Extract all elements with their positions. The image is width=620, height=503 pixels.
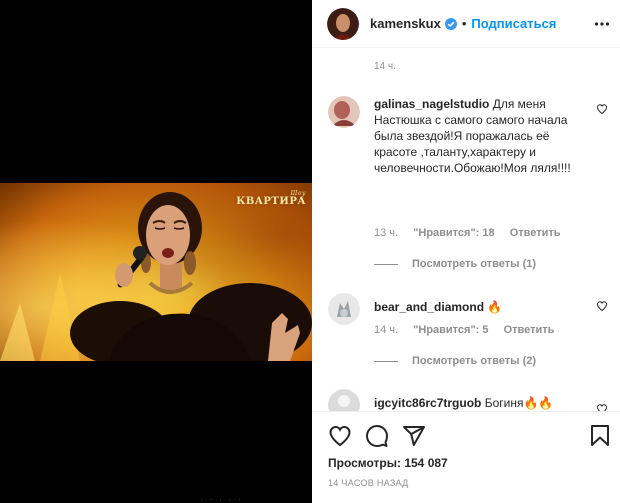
post-header: kamenskux • Подписаться <box>312 0 620 48</box>
comment-avatar[interactable] <box>328 293 360 325</box>
comment-text: 🔥 <box>487 300 503 314</box>
comment-username[interactable]: bear_and_diamond <box>374 300 484 314</box>
follow-button[interactable]: Подписаться <box>471 16 556 31</box>
comment-likes[interactable]: "Нравится": 18 <box>413 227 494 239</box>
instagram-post-modal: Шоу КВАРТИРА kamenskux • Подписаться 14 … <box>0 0 620 503</box>
comment-avatar[interactable] <box>328 389 360 411</box>
comment-meta: 14 ч. "Нравится": 5 Ответить <box>374 324 566 336</box>
comment-avatar[interactable] <box>328 96 360 128</box>
watermark-main: КВАРТИРА <box>236 196 306 207</box>
replies-line <box>374 263 398 265</box>
view-replies-label: Посмотреть ответы (2) <box>412 355 537 367</box>
comment-text: Богиня🔥🔥 <box>484 396 554 410</box>
view-replies-button[interactable]: Посмотреть ответы (2) <box>374 355 536 367</box>
video-frame[interactable]: Шоу КВАРТИРА <box>0 183 312 361</box>
caption-time: 14 ч. <box>374 61 396 72</box>
video-player[interactable]: Шоу КВАРТИРА <box>0 0 312 503</box>
reply-button[interactable]: Ответить <box>510 227 561 239</box>
more-options-icon[interactable] <box>594 16 610 32</box>
comments-list[interactable]: 14 ч. galinas_nagelstudio Для меня Настю… <box>312 49 620 411</box>
comment-body: igcyitc86rc7trguob Богиня🔥🔥 <box>374 395 580 411</box>
author-username[interactable]: kamenskux <box>370 16 441 31</box>
post-time-ago[interactable]: 14 ЧАСОВ НАЗАД <box>328 478 409 488</box>
comment-username[interactable]: igcyitc86rc7trguob <box>374 396 481 410</box>
separator-dot: • <box>461 16 467 31</box>
author-avatar[interactable] <box>327 7 359 40</box>
view-replies-button[interactable]: Посмотреть ответы (1) <box>374 258 536 270</box>
reply-button[interactable]: Ответить <box>504 324 555 336</box>
like-comment-heart-icon[interactable] <box>596 300 608 312</box>
singer-image <box>0 192 312 361</box>
post-side-panel: kamenskux • Подписаться 14 ч. galinas_na… <box>312 0 620 503</box>
comment-username[interactable]: galinas_nagelstudio <box>374 97 489 111</box>
comment-bubble-icon[interactable] <box>365 424 389 448</box>
comment-likes[interactable]: "Нравится": 5 <box>413 324 488 336</box>
comment-body: bear_and_diamond 🔥 <box>374 299 580 315</box>
comment-meta: 13 ч. "Нравится": 18 Ответить <box>374 227 573 239</box>
comment-time: 14 ч. <box>374 324 399 336</box>
comment-time: 13 ч. <box>374 227 399 239</box>
like-comment-heart-icon[interactable] <box>596 103 608 115</box>
comment-body: galinas_nagelstudio Для меня Настюшка с … <box>374 96 580 176</box>
view-count[interactable]: Просмотры: 154 087 <box>328 456 448 470</box>
video-dots: · · · · · <box>200 494 243 503</box>
view-replies-label: Посмотреть ответы (1) <box>412 258 537 270</box>
verified-badge-icon <box>444 17 457 30</box>
show-watermark: Шоу КВАРТИРА <box>236 191 306 207</box>
like-heart-icon[interactable] <box>328 424 352 448</box>
post-actions-bar <box>312 411 620 459</box>
share-send-icon[interactable] <box>402 424 426 448</box>
like-comment-heart-icon[interactable] <box>596 403 608 411</box>
replies-line <box>374 360 398 362</box>
save-bookmark-icon[interactable] <box>588 424 612 448</box>
